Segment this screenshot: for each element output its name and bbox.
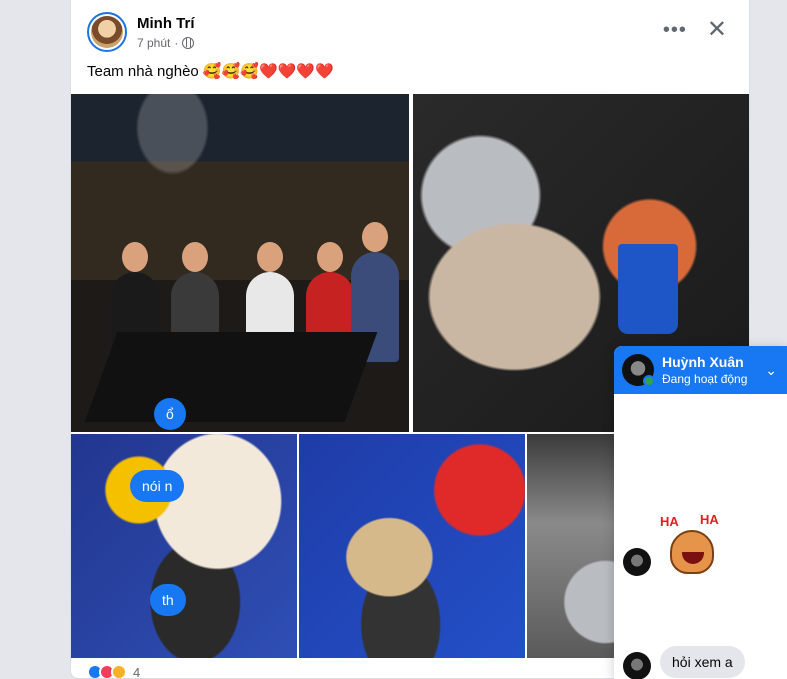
chat-message-out: ổ	[154, 398, 186, 430]
sticker-text: HA	[700, 512, 719, 527]
reaction-count: 4	[133, 664, 141, 679]
post-meta: Minh Trí 7 phút ·	[137, 15, 195, 50]
post-actions: ••• ✕	[663, 18, 727, 42]
post-subline: 7 phút ·	[137, 36, 195, 50]
photo-cup	[618, 244, 678, 334]
chat-message-in: hỏi xem a	[660, 646, 745, 678]
photo-group-dinner[interactable]	[71, 94, 409, 432]
chat-avatar[interactable]	[622, 354, 655, 387]
chat-title: Huỳnh Xuân Đang hoạt động	[662, 354, 747, 386]
avatar-image	[91, 16, 123, 48]
sender-avatar	[623, 548, 651, 576]
chat-message-out: nói n	[130, 470, 185, 502]
haha-dog-sticker: HA HA	[660, 512, 726, 578]
post-header: Minh Trí 7 phút ·	[87, 12, 195, 52]
chat-message-out: th	[150, 584, 186, 616]
chat-contact-name[interactable]: Huỳnh Xuân	[662, 354, 747, 370]
photo-squid[interactable]	[71, 434, 297, 658]
photo-face	[122, 242, 148, 272]
chat-header[interactable]: Huỳnh Xuân Đang hoạt động ⌄	[614, 346, 787, 394]
dot-separator: ·	[174, 35, 179, 50]
haha-icon	[111, 664, 127, 678]
sender-avatar	[623, 652, 651, 679]
post-caption: Team nhà nghèo 🥰🥰🥰❤️❤️❤️❤️	[87, 63, 334, 80]
sticker-text: HA	[660, 514, 679, 529]
photo-face	[317, 242, 343, 272]
more-horizontal-icon[interactable]: •••	[663, 19, 687, 42]
globe-icon[interactable]	[182, 36, 195, 49]
chevron-down-icon[interactable]: ⌄	[765, 362, 777, 379]
photo-table	[84, 332, 378, 422]
author-name[interactable]: Minh Trí	[137, 15, 195, 32]
online-status-icon	[643, 375, 655, 387]
post-time[interactable]: 7 phút	[137, 36, 170, 50]
reactions-summary[interactable]: 4	[87, 664, 141, 679]
photo-face	[362, 222, 388, 252]
author-avatar[interactable]	[87, 12, 127, 52]
photo-shrimp-tank[interactable]	[299, 434, 525, 658]
dog-sticker-icon	[670, 530, 714, 574]
chat-active-status: Đang hoạt động	[662, 372, 748, 386]
close-icon[interactable]: ✕	[707, 18, 727, 42]
photo-face	[182, 242, 208, 272]
photo-face	[257, 242, 283, 272]
